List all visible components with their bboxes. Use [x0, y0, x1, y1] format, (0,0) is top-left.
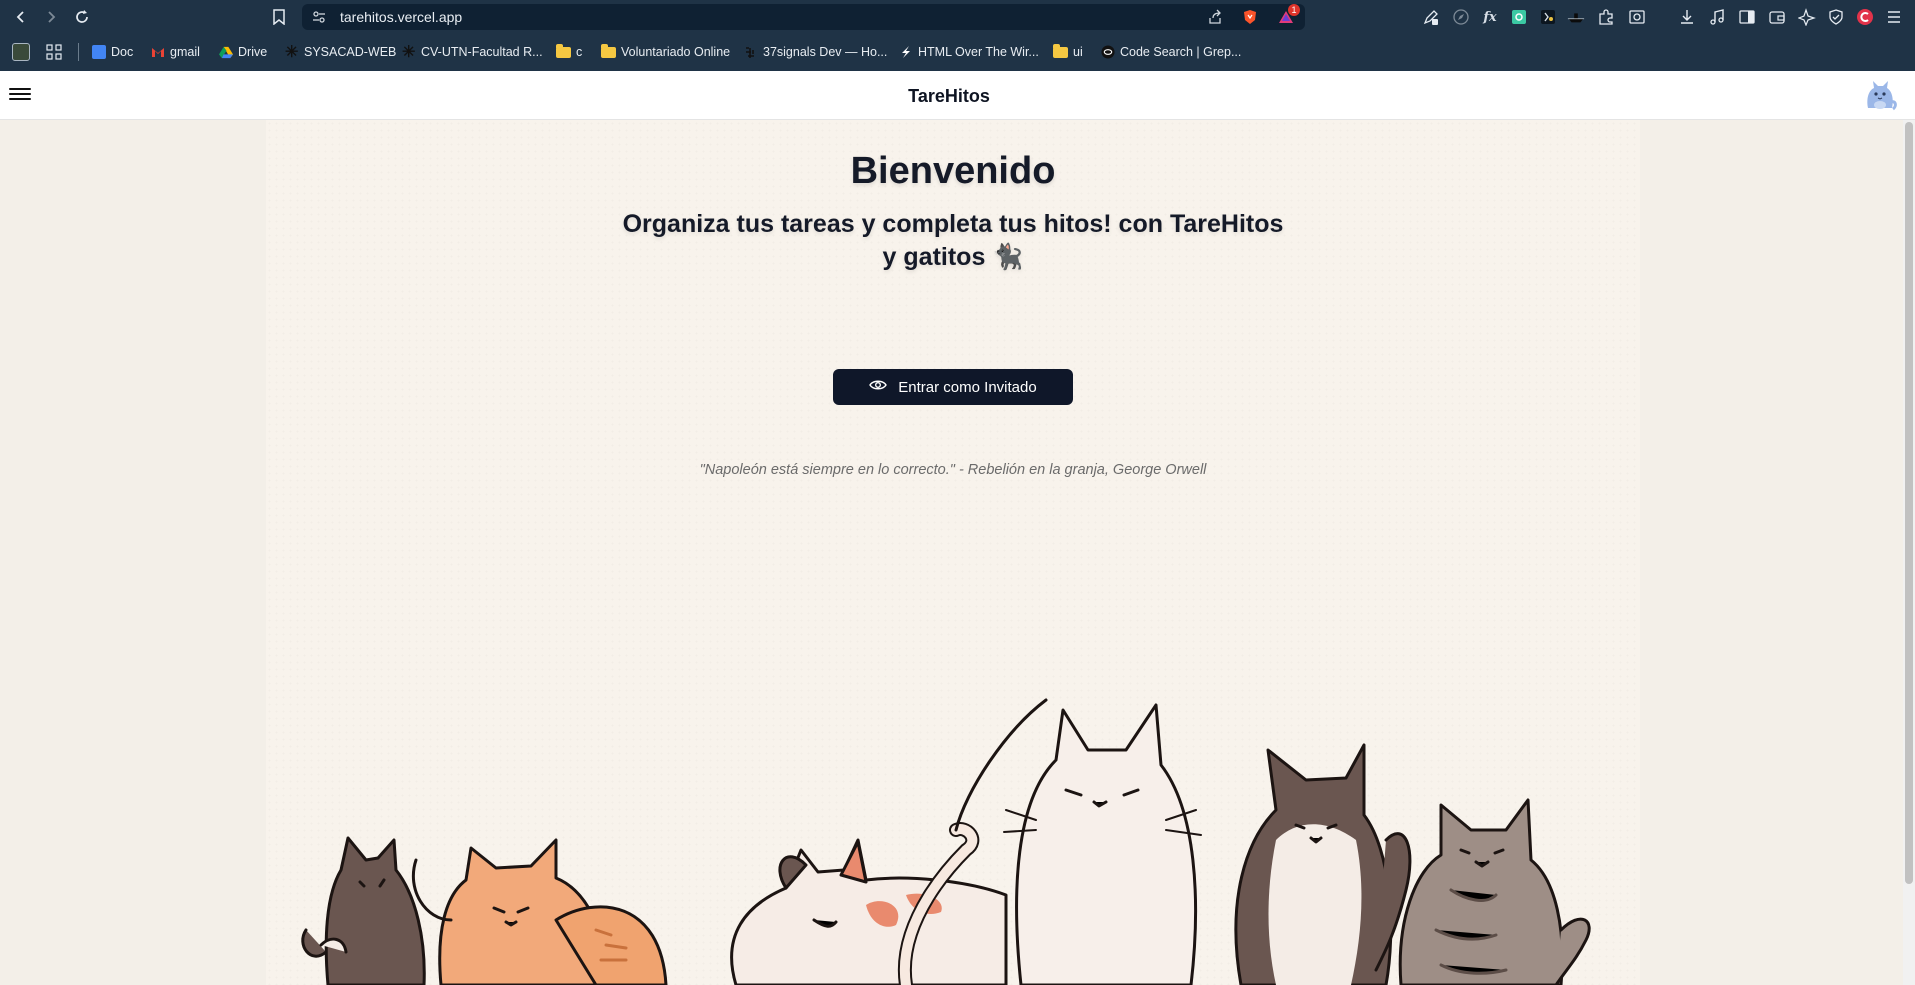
gmail-icon: [152, 48, 164, 57]
bookmark-folder-voluntariado[interactable]: Voluntariado Online: [601, 42, 730, 62]
vpn-icon[interactable]: [1827, 8, 1845, 26]
scrollbar-thumb[interactable]: [1905, 122, 1913, 884]
dark-ext-icon[interactable]: [1539, 8, 1557, 26]
folder-icon: [1053, 43, 1068, 58]
bookmark-label: CV-UTN-Facultad R...: [421, 45, 543, 59]
bookmark-label: gmail: [170, 45, 200, 59]
bookmark-folder-c[interactable]: c: [556, 42, 582, 62]
drive-icon: [219, 46, 233, 59]
sparkle-icon[interactable]: [1798, 8, 1816, 26]
asterisk-icon: ✳: [285, 44, 299, 61]
address-bar[interactable]: tarehitos.vercel.app 1: [302, 4, 1305, 30]
forward-icon[interactable]: [40, 6, 62, 28]
bookmark-icon[interactable]: [268, 6, 290, 28]
bookmark-label: Doc: [111, 45, 134, 59]
download-icon[interactable]: [1678, 8, 1696, 26]
fx-icon[interactable]: fx: [1481, 8, 1499, 26]
folder-icon: [556, 43, 571, 58]
bookmark-label: Code Search | Grep...: [1120, 45, 1242, 59]
profile-icon[interactable]: [1856, 8, 1874, 26]
bookmark-sysacad[interactable]: ✳ SYSACAD-WEB: [285, 42, 396, 62]
screenshot-icon[interactable]: [1628, 8, 1646, 26]
avatar[interactable]: [1862, 78, 1898, 114]
bookmark-label: HTML Over The Wir...: [918, 45, 1039, 59]
bookmark-folder-ui[interactable]: ui: [1053, 42, 1083, 62]
dark-cat-illustration: [301, 836, 426, 985]
apps-grid-icon[interactable]: [45, 42, 63, 62]
guest-login-label: Entrar como Invitado: [898, 378, 1037, 396]
bookmark-label: c: [576, 45, 583, 59]
docs-icon: [92, 45, 106, 59]
green-ext-icon[interactable]: [1510, 8, 1528, 26]
folder-icon: [601, 43, 616, 58]
bookmark-doc[interactable]: Doc: [92, 42, 133, 62]
grey-white-cat-illustration: [1234, 743, 1412, 985]
boat-icon[interactable]: [1567, 8, 1585, 26]
bookmark-label: ui: [1073, 45, 1083, 59]
reload-icon[interactable]: [71, 6, 93, 28]
bookmark-hotwire[interactable]: HTML Over The Wir...: [899, 42, 1039, 62]
calico-cat-illustration: [730, 838, 1008, 985]
app-header: TareHitos: [0, 71, 1915, 120]
wallet-icon[interactable]: [1768, 8, 1786, 26]
bookmark-label: 37signals Dev — Ho...: [763, 45, 888, 59]
app-brand[interactable]: TareHitos: [0, 86, 1898, 107]
hero-subtitle-brand: TareHitos: [1169, 210, 1284, 238]
page-scrollbar[interactable]: [1903, 120, 1915, 985]
eye-icon: [869, 378, 888, 396]
hero-subtitle-text-2: y gatitos: [882, 243, 993, 271]
cats-illustration: [301, 698, 1591, 985]
tabby-cat-illustration: [1398, 798, 1591, 985]
puzzle-icon[interactable]: [1597, 8, 1615, 26]
hotwire-icon: [902, 46, 910, 58]
browser-chrome: tarehitos.vercel.app 1 fx Doc gmail Driv…: [0, 0, 1915, 71]
grep-icon: [1101, 45, 1115, 59]
url-text[interactable]: tarehitos.vercel.app: [340, 9, 462, 25]
bookmark-label: Drive: [238, 45, 268, 59]
asterisk-icon: ✳: [402, 44, 416, 61]
hero-subtitle: Organiza tus tareas y completa tus hitos…: [616, 208, 1290, 274]
guest-login-button[interactable]: Entrar como Invitado: [833, 369, 1073, 405]
bookmark-label: SYSACAD-WEB: [304, 45, 397, 59]
sidebar-icon[interactable]: [1738, 8, 1756, 26]
bookmarks-bar: Doc gmail Drive ✳ SYSACAD-WEB ✳ CV-UTN-F…: [0, 38, 1915, 66]
tab-groups-icon[interactable]: [12, 42, 30, 62]
bookmark-drive[interactable]: Drive: [219, 42, 267, 62]
compass-icon[interactable]: [1452, 8, 1470, 26]
bookmark-cv-utn[interactable]: ✳ CV-UTN-Facultad R...: [402, 42, 543, 62]
bookmark-gmail[interactable]: gmail: [151, 42, 200, 62]
37signals-icon: [746, 47, 754, 58]
menu-icon[interactable]: [1885, 8, 1903, 26]
browser-toolbar: tarehitos.vercel.app 1 fx: [0, 0, 1915, 34]
quote: "Napoleón está siempre en lo correcto." …: [699, 462, 1207, 478]
bookmark-37signals[interactable]: 37signals Dev — Ho...: [744, 42, 887, 62]
bookmark-grep[interactable]: Code Search | Grep...: [1101, 42, 1241, 62]
brave-shields-icon[interactable]: [1242, 9, 1258, 25]
pen-icon[interactable]: [1422, 8, 1440, 26]
bookmarks-divider: [78, 43, 79, 61]
hero-subtitle-text: Organiza tus tareas y completa tus hitos…: [622, 210, 1170, 238]
music-icon[interactable]: [1708, 8, 1726, 26]
back-icon[interactable]: [10, 6, 32, 28]
orange-cat-illustration: [411, 838, 668, 985]
rewards-badge: 1: [1288, 4, 1300, 16]
bookmark-label: Voluntariado Online: [621, 45, 731, 59]
cat-emoji: 🐈‍⬛: [992, 243, 1024, 271]
hero-title: Bienvenido: [850, 150, 1056, 192]
site-settings-icon[interactable]: [311, 9, 327, 25]
share-icon[interactable]: [1207, 9, 1223, 25]
